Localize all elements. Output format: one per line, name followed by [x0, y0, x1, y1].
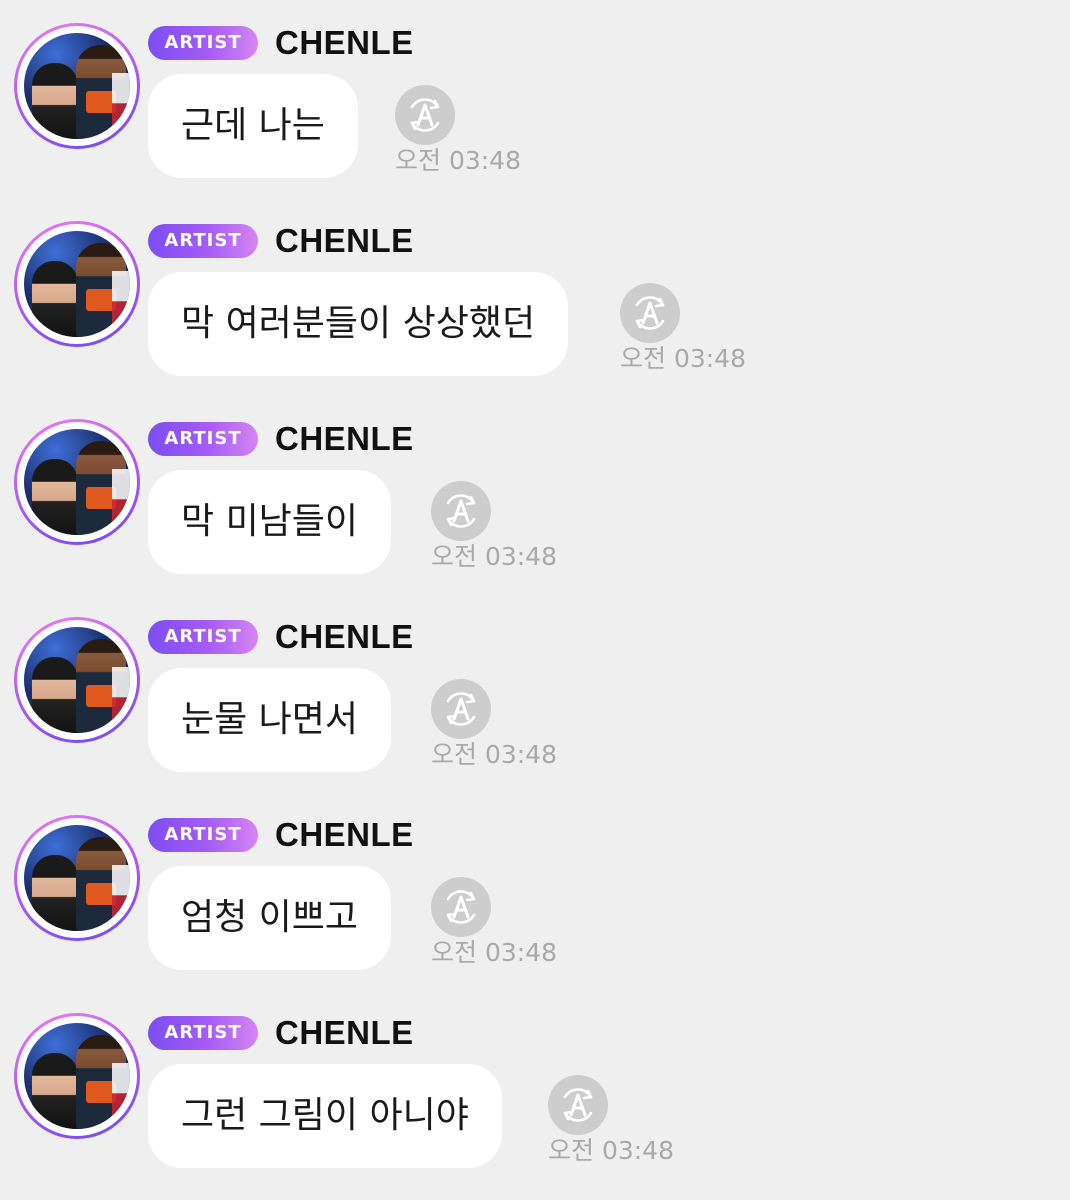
avatar-photo	[24, 33, 130, 139]
message-bubble[interactable]: 그런 그림이 아니야	[148, 1064, 502, 1168]
message-timestamp: 오전 03:48	[548, 1136, 674, 1165]
artist-avatar[interactable]	[14, 419, 140, 545]
avatar-frame	[17, 620, 137, 740]
translate-icon[interactable]	[620, 283, 680, 343]
message-bubble[interactable]: 엄청 이쁘고	[148, 866, 392, 970]
message-timestamp: 오전 03:48	[431, 938, 557, 967]
message-bubble[interactable]: 근데 나는	[148, 74, 358, 178]
artist-avatar[interactable]	[14, 815, 140, 941]
artist-avatar[interactable]	[14, 1013, 140, 1139]
avatar-frame	[17, 818, 137, 938]
message-timestamp: 오전 03:48	[620, 344, 746, 373]
translate-icon[interactable]	[395, 85, 455, 145]
artist-badge: ARTIST	[148, 1016, 258, 1050]
sender-name[interactable]: CHENLE	[275, 418, 414, 460]
artist-badge: ARTIST	[148, 620, 258, 654]
message-bubble[interactable]: 막 미남들이	[148, 470, 392, 574]
translate-icon[interactable]	[431, 481, 491, 541]
avatar-frame	[17, 26, 137, 146]
message-timestamp: 오전 03:48	[395, 146, 521, 175]
avatar-frame	[17, 1016, 137, 1136]
translate-icon[interactable]	[548, 1075, 608, 1135]
translate-icon[interactable]	[431, 877, 491, 937]
artist-avatar[interactable]	[14, 221, 140, 347]
chat-message: ARTIST CHENLE 눈물 나면서 오전 03:48	[0, 594, 1070, 784]
message-bubble[interactable]: 눈물 나면서	[148, 668, 392, 772]
sender-name[interactable]: CHENLE	[275, 616, 414, 658]
artist-badge: ARTIST	[148, 224, 258, 258]
chat-message-list: ARTIST CHENLE 근데 나는 오전 03:48 ARTIST CHEN…	[0, 0, 1070, 1200]
artist-avatar[interactable]	[14, 23, 140, 149]
artist-badge: ARTIST	[148, 818, 258, 852]
sender-name[interactable]: CHENLE	[275, 22, 414, 64]
avatar-frame	[17, 422, 137, 542]
artist-badge: ARTIST	[148, 26, 258, 60]
translate-icon[interactable]	[431, 679, 491, 739]
sender-name[interactable]: CHENLE	[275, 814, 414, 856]
message-timestamp: 오전 03:48	[431, 740, 557, 769]
avatar-photo	[24, 231, 130, 337]
avatar-photo	[24, 825, 130, 931]
chat-message: ARTIST CHENLE 막 미남들이 오전 03:48	[0, 396, 1070, 586]
avatar-photo	[24, 429, 130, 535]
artist-avatar[interactable]	[14, 617, 140, 743]
sender-name[interactable]: CHENLE	[275, 220, 414, 262]
avatar-photo	[24, 1023, 130, 1129]
message-bubble[interactable]: 막 여러분들이 상상했던	[148, 272, 569, 376]
sender-name[interactable]: CHENLE	[275, 1012, 414, 1054]
chat-message: ARTIST CHENLE 막 여러분들이 상상했던 오전 03:48	[0, 198, 1070, 388]
chat-message: ARTIST CHENLE 그런 그림이 아니야 오전 03:48	[0, 990, 1070, 1180]
avatar-frame	[17, 224, 137, 344]
artist-badge: ARTIST	[148, 422, 258, 456]
avatar-photo	[24, 627, 130, 733]
chat-message: ARTIST CHENLE 엄청 이쁘고 오전 03:48	[0, 792, 1070, 982]
chat-message: ARTIST CHENLE 근데 나는 오전 03:48	[0, 0, 1070, 190]
message-timestamp: 오전 03:48	[431, 542, 557, 571]
